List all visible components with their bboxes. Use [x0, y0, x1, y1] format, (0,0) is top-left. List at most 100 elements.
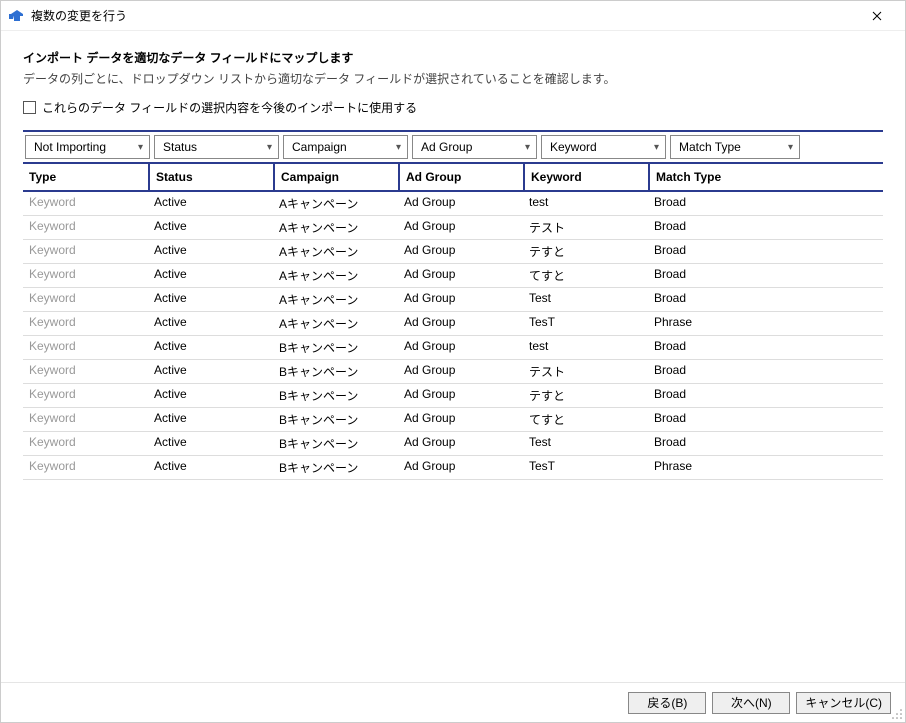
cell-matchtype: Phrase — [648, 312, 778, 335]
cell-type: Keyword — [23, 384, 148, 407]
cell-status: Active — [148, 312, 273, 335]
dropdown-status[interactable]: Status ▾ — [154, 135, 279, 159]
cell-type: Keyword — [23, 360, 148, 383]
cell-matchtype: Broad — [648, 360, 778, 383]
cell-matchtype: Phrase — [648, 456, 778, 479]
cell-status: Active — [148, 240, 273, 263]
table-row[interactable]: KeywordActiveBキャンペーンAd GroupテストBroad — [23, 360, 883, 384]
dropdown-keyword[interactable]: Keyword ▾ — [541, 135, 666, 159]
header-campaign[interactable]: Campaign — [273, 164, 398, 190]
dropdown-matchtype[interactable]: Match Type ▾ — [670, 135, 800, 159]
cell-status: Active — [148, 264, 273, 287]
cell-campaign: Aキャンペーン — [273, 240, 398, 263]
cell-type: Keyword — [23, 288, 148, 311]
table-row[interactable]: KeywordActiveBキャンペーンAd GroupテすとBroad — [23, 384, 883, 408]
content-area: インポート データを適切なデータ フィールドにマップします データの列ごとに、ド… — [1, 31, 905, 682]
header-status[interactable]: Status — [148, 164, 273, 190]
cell-adgroup: Ad Group — [398, 456, 523, 479]
table-body: KeywordActiveAキャンペーンAd GrouptestBroadKey… — [23, 192, 883, 674]
header-keyword[interactable]: Keyword — [523, 164, 648, 190]
cell-type: Keyword — [23, 264, 148, 287]
cancel-button[interactable]: キャンセル(C) — [796, 692, 891, 714]
cell-adgroup: Ad Group — [398, 312, 523, 335]
page-heading: インポート データを適切なデータ フィールドにマップします — [23, 49, 883, 66]
cell-matchtype: Broad — [648, 240, 778, 263]
cell-type: Keyword — [23, 408, 148, 431]
next-button[interactable]: 次へ(N) — [712, 692, 790, 714]
header-adgroup[interactable]: Ad Group — [398, 164, 523, 190]
cell-campaign: Bキャンペーン — [273, 384, 398, 407]
table-row[interactable]: KeywordActiveAキャンペーンAd GroupTestBroad — [23, 288, 883, 312]
cell-keyword: テすと — [523, 240, 648, 263]
table-header-row: Type Status Campaign Ad Group Keyword Ma… — [23, 164, 883, 192]
mapping-dropdown-row: Not Importing ▾ Status ▾ Campaign ▾ Ad G… — [23, 130, 883, 164]
dropdown-label: Status — [163, 140, 197, 154]
dropdown-adgroup[interactable]: Ad Group ▾ — [412, 135, 537, 159]
cell-status: Active — [148, 288, 273, 311]
table-row[interactable]: KeywordActiveBキャンペーンAd GroupてすとBroad — [23, 408, 883, 432]
cell-adgroup: Ad Group — [398, 288, 523, 311]
cell-type: Keyword — [23, 336, 148, 359]
cell-campaign: Bキャンペーン — [273, 432, 398, 455]
dropdown-not-importing[interactable]: Not Importing ▾ — [25, 135, 150, 159]
titlebar-title: 複数の変更を行う — [31, 7, 857, 24]
table-row[interactable]: KeywordActiveAキャンペーンAd GroupてすとBroad — [23, 264, 883, 288]
cell-type: Keyword — [23, 240, 148, 263]
cell-campaign: Aキャンペーン — [273, 264, 398, 287]
dropdown-campaign[interactable]: Campaign ▾ — [283, 135, 408, 159]
resize-grip-icon[interactable] — [891, 708, 903, 720]
header-matchtype[interactable]: Match Type — [648, 164, 778, 190]
cell-keyword: テスト — [523, 216, 648, 239]
cell-adgroup: Ad Group — [398, 240, 523, 263]
cell-campaign: Aキャンペーン — [273, 312, 398, 335]
table-row[interactable]: KeywordActiveAキャンペーンAd GroupTesTPhrase — [23, 312, 883, 336]
cell-keyword: テすと — [523, 384, 648, 407]
cell-adgroup: Ad Group — [398, 360, 523, 383]
remember-mapping-row: これらのデータ フィールドの選択内容を今後のインポートに使用する — [23, 99, 883, 116]
cell-campaign: Aキャンペーン — [273, 288, 398, 311]
dropdown-label: Not Importing — [34, 140, 106, 154]
close-button[interactable] — [857, 1, 897, 30]
cell-campaign: Bキャンペーン — [273, 360, 398, 383]
cell-matchtype: Broad — [648, 216, 778, 239]
cell-matchtype: Broad — [648, 264, 778, 287]
chevron-down-icon: ▾ — [525, 142, 530, 153]
dropdown-label: Keyword — [550, 140, 597, 154]
app-icon — [9, 8, 25, 24]
cell-type: Keyword — [23, 192, 148, 215]
cell-campaign: Bキャンペーン — [273, 456, 398, 479]
table-row[interactable]: KeywordActiveAキャンペーンAd GroupテすとBroad — [23, 240, 883, 264]
cell-matchtype: Broad — [648, 192, 778, 215]
cell-adgroup: Ad Group — [398, 336, 523, 359]
cell-keyword: TesT — [523, 456, 648, 479]
cell-campaign: Bキャンペーン — [273, 408, 398, 431]
cell-status: Active — [148, 456, 273, 479]
cell-status: Active — [148, 336, 273, 359]
cell-matchtype: Broad — [648, 432, 778, 455]
table-row[interactable]: KeywordActiveBキャンペーンAd GroupTesTPhrase — [23, 456, 883, 480]
header-type[interactable]: Type — [23, 164, 148, 190]
back-button[interactable]: 戻る(B) — [628, 692, 706, 714]
cell-keyword: test — [523, 336, 648, 359]
cell-status: Active — [148, 384, 273, 407]
cell-matchtype: Broad — [648, 408, 778, 431]
cell-type: Keyword — [23, 432, 148, 455]
table-row[interactable]: KeywordActiveBキャンペーンAd GrouptestBroad — [23, 336, 883, 360]
cell-keyword: Test — [523, 432, 648, 455]
cell-status: Active — [148, 432, 273, 455]
cell-status: Active — [148, 360, 273, 383]
dialog-window: 複数の変更を行う インポート データを適切なデータ フィールドにマップします デ… — [0, 0, 906, 723]
titlebar: 複数の変更を行う — [1, 1, 905, 31]
cell-matchtype: Broad — [648, 384, 778, 407]
table-row[interactable]: KeywordActiveAキャンペーンAd GrouptestBroad — [23, 192, 883, 216]
cell-matchtype: Broad — [648, 336, 778, 359]
cell-campaign: Bキャンペーン — [273, 336, 398, 359]
remember-mapping-checkbox[interactable] — [23, 101, 36, 114]
table-row[interactable]: KeywordActiveBキャンペーンAd GroupTestBroad — [23, 432, 883, 456]
cell-adgroup: Ad Group — [398, 408, 523, 431]
cell-adgroup: Ad Group — [398, 192, 523, 215]
cell-keyword: TesT — [523, 312, 648, 335]
cell-adgroup: Ad Group — [398, 432, 523, 455]
cell-adgroup: Ad Group — [398, 216, 523, 239]
table-row[interactable]: KeywordActiveAキャンペーンAd GroupテストBroad — [23, 216, 883, 240]
